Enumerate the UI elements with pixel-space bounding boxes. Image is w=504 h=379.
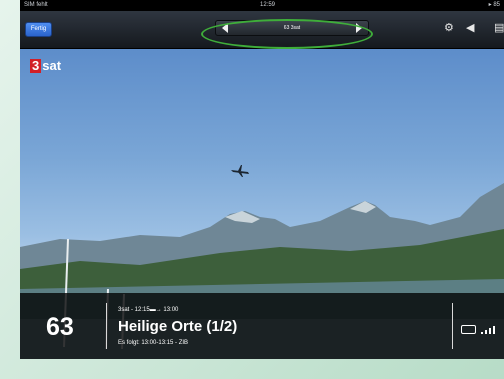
status-bar: SIM fehlt 12:59 ▸ 85 [20, 0, 504, 11]
video-player[interactable]: 3 sat 63 3sat - 12:15▬→ 13:00 Heilige Ort… [20, 49, 504, 359]
gear-icon[interactable]: ⚙ [444, 21, 454, 35]
done-button[interactable]: Fertig [25, 22, 52, 37]
channel-number: 63 [46, 313, 74, 341]
navigation-bar: Fertig 63 3sat ⚙ ◀ ▤ [20, 11, 504, 49]
next-program: Es folgt: 13:00-13:15 - ZIB [118, 340, 189, 346]
screen-icon[interactable]: ▤ [494, 21, 504, 35]
channel-logo: 3 sat [30, 58, 62, 73]
program-info-overlay: 63 3sat - 12:15▬→ 13:00 Heilige Orte (1/… [20, 293, 504, 359]
current-program-time: 3sat - 12:15▬→ 13:00 [118, 307, 179, 313]
carrier-label: SIM fehlt [24, 2, 48, 8]
tv-app-window: SIM fehlt 12:59 ▸ 85 Fertig 63 3sat ⚙ ◀ … [20, 0, 504, 359]
divider [452, 303, 453, 349]
divider [106, 303, 107, 349]
battery-indicator: ▸ 85 [488, 2, 500, 8]
signal-strength-icon [481, 324, 501, 334]
clock-label: 12:59 [260, 2, 276, 8]
highlight-annotation [201, 19, 373, 49]
speaker-icon[interactable]: ◀ [466, 21, 474, 35]
aspect-ratio-icon[interactable] [461, 325, 476, 334]
current-program-title: Heilige Orte (1/2) [118, 318, 238, 335]
